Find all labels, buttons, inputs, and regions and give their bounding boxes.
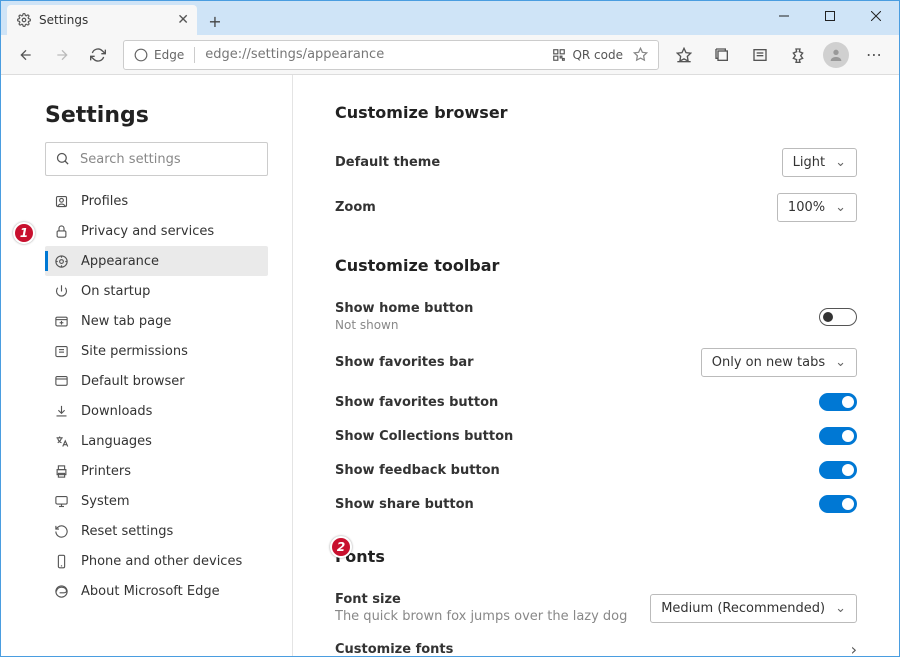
chevron-right-icon[interactable]: › [851, 640, 857, 656]
annotation-badge-2: 2 [330, 536, 352, 558]
font-sample: The quick brown fox jumps over the lazy … [335, 609, 627, 624]
sidebar-item-default-browser[interactable]: Default browser [45, 366, 268, 396]
section-heading-customize-toolbar: Customize toolbar [335, 256, 857, 275]
favorites-button-label: Show favorites button [335, 395, 498, 410]
sidebar-item-system[interactable]: System [45, 486, 268, 516]
edge-logo-icon [53, 584, 69, 599]
lock-icon [53, 224, 69, 239]
main-panel: Customize browser Default theme Light⌄ Z… [293, 75, 899, 656]
address-bar[interactable]: Edge edge://settings/appearance QR code [123, 40, 659, 70]
permissions-icon [53, 344, 69, 359]
sidebar-item-downloads[interactable]: Downloads [45, 396, 268, 426]
gear-icon [17, 13, 31, 27]
sidebar-item-reset[interactable]: Reset settings [45, 516, 268, 546]
home-button-sub: Not shown [335, 318, 473, 332]
sidebar-item-languages[interactable]: Languages [45, 426, 268, 456]
back-button[interactable] [9, 39, 43, 71]
chevron-down-icon: ⌄ [835, 601, 846, 616]
minimize-button[interactable] [761, 1, 807, 31]
qr-code-button[interactable]: QR code [552, 48, 623, 62]
theme-label: Default theme [335, 155, 440, 170]
extensions-button[interactable] [781, 39, 815, 71]
page-title: Settings [45, 103, 268, 128]
annotation-badge-1: 1 [13, 222, 35, 244]
divider [194, 47, 195, 63]
section-heading-fonts: Fonts [335, 547, 857, 566]
theme-dropdown[interactable]: Light⌄ [782, 148, 857, 177]
home-button-label: Show home button [335, 301, 473, 316]
favorites-bar-dropdown[interactable]: Only on new tabs⌄ [701, 348, 857, 377]
search-input[interactable] [45, 142, 268, 176]
refresh-button[interactable] [81, 39, 115, 71]
appearance-icon [53, 254, 69, 269]
reading-list-button[interactable] [743, 39, 777, 71]
system-icon [53, 494, 69, 509]
sidebar-item-devices[interactable]: Phone and other devices [45, 546, 268, 576]
font-size-dropdown[interactable]: Medium (Recommended)⌄ [650, 594, 857, 623]
download-icon [53, 404, 69, 419]
reset-icon [53, 524, 69, 539]
sidebar-item-printers[interactable]: Printers [45, 456, 268, 486]
favorites-button-toggle[interactable] [819, 393, 857, 411]
sidebar: Settings Profiles Privacy and services A… [1, 75, 293, 656]
new-tab-button[interactable]: + [201, 7, 229, 35]
profile-icon [53, 194, 69, 209]
collections-button-toggle[interactable] [819, 427, 857, 445]
menu-button[interactable]: ⋯ [857, 39, 891, 71]
share-button-toggle[interactable] [819, 495, 857, 513]
sidebar-item-permissions[interactable]: Site permissions [45, 336, 268, 366]
chevron-down-icon: ⌄ [835, 355, 846, 370]
chevron-down-icon: ⌄ [835, 200, 846, 215]
forward-button[interactable] [45, 39, 79, 71]
profile-button[interactable] [819, 39, 853, 71]
tab-title: Settings [39, 13, 88, 27]
url-text: edge://settings/appearance [205, 47, 542, 62]
site-identity[interactable]: Edge [134, 48, 184, 62]
close-window-button[interactable] [853, 1, 899, 31]
customize-fonts-label[interactable]: Customize fonts [335, 642, 453, 656]
sidebar-item-startup[interactable]: On startup [45, 276, 268, 306]
sidebar-item-privacy[interactable]: Privacy and services [45, 216, 268, 246]
search-icon [55, 151, 70, 166]
newtab-icon [53, 314, 69, 329]
share-button-label: Show share button [335, 497, 474, 512]
close-tab-icon[interactable]: ✕ [177, 12, 189, 28]
avatar-icon [823, 42, 849, 68]
language-icon [53, 434, 69, 449]
feedback-button-label: Show feedback button [335, 463, 500, 478]
section-heading-customize-browser: Customize browser [335, 103, 857, 122]
sidebar-item-appearance[interactable]: Appearance [45, 246, 268, 276]
zoom-dropdown[interactable]: 100%⌄ [777, 193, 857, 222]
browser-icon [53, 374, 69, 389]
zoom-label: Zoom [335, 200, 376, 215]
feedback-button-toggle[interactable] [819, 461, 857, 479]
collections-button-label: Show Collections button [335, 429, 513, 444]
sidebar-item-profiles[interactable]: Profiles [45, 186, 268, 216]
titlebar: Settings ✕ + [1, 1, 899, 35]
toolbar: Edge edge://settings/appearance QR code … [1, 35, 899, 75]
power-icon [53, 284, 69, 299]
favorites-bar-label: Show favorites bar [335, 355, 474, 370]
home-button-toggle[interactable] [819, 308, 857, 326]
sidebar-item-about[interactable]: About Microsoft Edge [45, 576, 268, 606]
phone-icon [53, 554, 69, 569]
favorites-button[interactable] [667, 39, 701, 71]
maximize-button[interactable] [807, 1, 853, 31]
browser-tab[interactable]: Settings ✕ [7, 5, 197, 35]
collections-button[interactable] [705, 39, 739, 71]
font-size-label: Font size [335, 592, 627, 607]
sidebar-item-newtab[interactable]: New tab page [45, 306, 268, 336]
favorite-star-icon[interactable] [633, 47, 648, 62]
printer-icon [53, 464, 69, 479]
chevron-down-icon: ⌄ [835, 155, 846, 170]
